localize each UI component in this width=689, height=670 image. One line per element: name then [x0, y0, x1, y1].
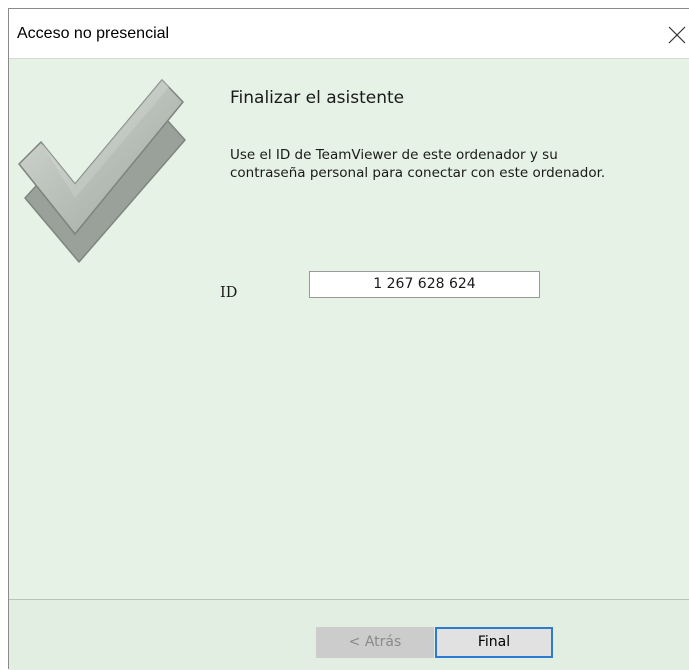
window-title: Acceso no presencial [17, 25, 170, 42]
back-button[interactable]: < Atrás [316, 627, 434, 658]
title-bar: Acceso no presencial [9, 9, 689, 59]
description-line-2: contraseña personal para conectar con es… [230, 165, 606, 181]
close-icon [668, 26, 686, 44]
footer-bar: < Atrás Final [9, 599, 689, 670]
wizard-heading: Finalizar el asistente [230, 88, 405, 108]
description-line-1: Use el ID de TeamViewer de este ordenado… [230, 147, 558, 163]
wizard-window: Acceso no presencial Finalizar el asiste… [8, 8, 689, 670]
id-label: ID [220, 285, 238, 301]
wizard-description: Use el ID de TeamViewer de este ordenado… [230, 146, 670, 182]
close-button[interactable] [663, 19, 689, 49]
final-button[interactable]: Final [435, 627, 553, 658]
id-field[interactable]: 1 267 628 624 [309, 271, 540, 298]
checkmark-icon [18, 79, 186, 263]
